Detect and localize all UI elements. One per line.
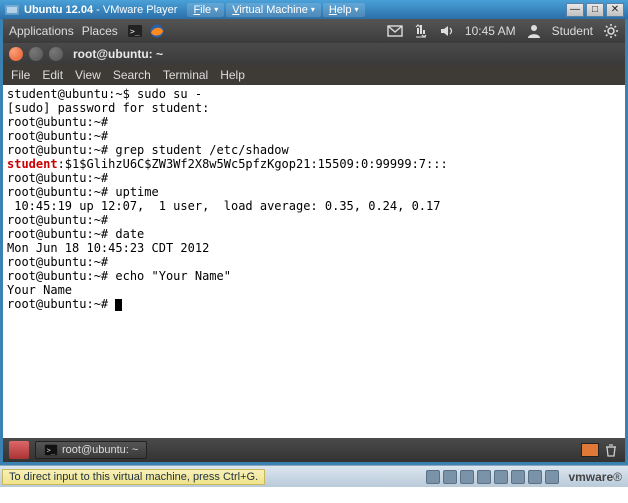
mail-indicator-icon[interactable]: [387, 23, 403, 39]
terminal-titlebar[interactable]: root@ubuntu: ~: [3, 43, 625, 65]
device-icon[interactable]: [443, 470, 457, 484]
terminal-line: Mon Jun 18 10:45:23 CDT 2012: [7, 241, 621, 255]
terminal-menubar: File Edit View Search Terminal Help: [3, 65, 625, 85]
terminal-menu-help[interactable]: Help: [220, 68, 245, 82]
ubuntu-bottom-panel: >_ root@ubuntu: ~: [3, 438, 625, 462]
ubuntu-top-panel: Applications Places >_ 10:45 AM: [3, 19, 625, 43]
guest-vm-display[interactable]: Applications Places >_ 10:45 AM: [0, 19, 628, 462]
user-name[interactable]: Student: [552, 24, 593, 38]
device-icon[interactable]: [528, 470, 542, 484]
clock[interactable]: 10:45 AM: [465, 24, 516, 38]
terminal-menu-terminal[interactable]: Terminal: [163, 68, 208, 82]
network-indicator-icon[interactable]: [413, 23, 429, 39]
taskbar-item-terminal[interactable]: >_ root@ubuntu: ~: [35, 441, 147, 459]
places-menu[interactable]: Places: [82, 24, 118, 38]
vmware-menu-virtual-machine[interactable]: Virtual Machine▾: [226, 3, 321, 17]
terminal-line: Your Name: [7, 283, 621, 297]
terminal-maximize-button[interactable]: [49, 47, 63, 61]
show-desktop-button[interactable]: [9, 441, 29, 459]
close-button[interactable]: ✕: [606, 3, 624, 17]
terminal-line: root@ubuntu:~#: [7, 115, 621, 129]
volume-indicator-icon[interactable]: [439, 23, 455, 39]
terminal-line: root@ubuntu:~# echo "Your Name": [7, 269, 621, 283]
terminal-line: root@ubuntu:~# grep student /etc/shadow: [7, 143, 621, 157]
vmware-titlebar: Ubuntu 12.04 - VMware Player File▾ Virtu…: [0, 0, 628, 19]
vmware-input-hint: To direct input to this virtual machine,…: [2, 469, 265, 485]
terminal-menu-search[interactable]: Search: [113, 68, 151, 82]
terminal-line: student@ubuntu:~$ sudo su -: [7, 87, 621, 101]
svg-text:>_: >_: [130, 27, 140, 36]
session-gear-icon[interactable]: [603, 23, 619, 39]
cursor: [115, 299, 122, 311]
terminal-line: student:$1$GlihzU6C$ZW3Wf2X8w5Wc5pfzKgop…: [7, 157, 621, 171]
vmware-menubar: File▾ Virtual Machine▾ Help▾: [187, 3, 364, 17]
svg-text:>_: >_: [47, 447, 56, 455]
terminal-line: root@ubuntu:~#: [7, 213, 621, 227]
maximize-button[interactable]: □: [586, 3, 604, 17]
terminal-menu-view[interactable]: View: [75, 68, 101, 82]
terminal-line: root@ubuntu:~# uptime: [7, 185, 621, 199]
trash-icon[interactable]: [603, 442, 619, 458]
vmware-statusbar: To direct input to this virtual machine,…: [0, 465, 628, 487]
terminal-minimize-button[interactable]: [29, 47, 43, 61]
minimize-button[interactable]: —: [566, 3, 584, 17]
terminal-menu-file[interactable]: File: [11, 68, 30, 82]
vmware-app-icon: [4, 2, 20, 18]
workspace-switcher[interactable]: [581, 443, 599, 457]
device-icon[interactable]: [545, 470, 559, 484]
terminal-window: root@ubuntu: ~ File Edit View Search Ter…: [3, 43, 625, 438]
terminal-launcher-icon[interactable]: >_: [126, 22, 144, 40]
terminal-line: root@ubuntu:~#: [7, 129, 621, 143]
device-icon[interactable]: [426, 470, 440, 484]
terminal-menu-edit[interactable]: Edit: [42, 68, 63, 82]
terminal-title: root@ubuntu: ~: [73, 47, 163, 61]
device-icon[interactable]: [460, 470, 474, 484]
vmware-window-controls: — □ ✕: [566, 3, 624, 17]
vmware-title: Ubuntu 12.04 - VMware Player: [24, 4, 177, 16]
device-icon[interactable]: [511, 470, 525, 484]
terminal-line: root@ubuntu:~# date: [7, 227, 621, 241]
device-icon[interactable]: [494, 470, 508, 484]
terminal-body[interactable]: student@ubuntu:~$ sudo su -[sudo] passwo…: [3, 85, 625, 438]
terminal-line: root@ubuntu:~#: [7, 171, 621, 185]
vmware-brand: vmware®: [568, 470, 622, 484]
vmware-device-tray: vmware®: [426, 470, 628, 484]
terminal-line: [sudo] password for student:: [7, 101, 621, 115]
terminal-close-button[interactable]: [9, 47, 23, 61]
user-indicator-icon[interactable]: [526, 23, 542, 39]
vmware-menu-file[interactable]: File▾: [187, 3, 224, 17]
terminal-line: root@ubuntu:~#: [7, 255, 621, 269]
terminal-line: root@ubuntu:~#: [7, 297, 621, 311]
taskbar-item-label: root@ubuntu: ~: [62, 444, 138, 456]
firefox-launcher-icon[interactable]: [148, 22, 166, 40]
applications-menu[interactable]: Applications: [9, 24, 74, 38]
device-icon[interactable]: [477, 470, 491, 484]
vmware-menu-help[interactable]: Help▾: [323, 3, 365, 17]
terminal-line: 10:45:19 up 12:07, 1 user, load average:…: [7, 199, 621, 213]
